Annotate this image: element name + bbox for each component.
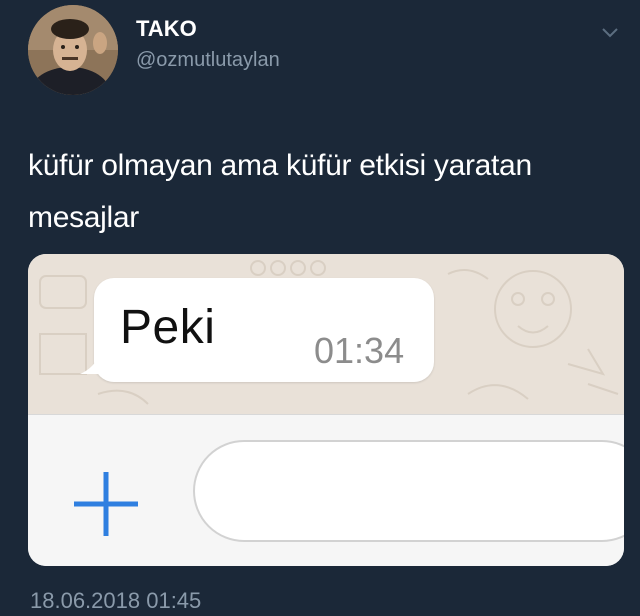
message-input-field[interactable] <box>193 440 624 542</box>
message-bubble[interactable]: Peki 01:34 <box>80 278 434 382</box>
user-handle[interactable]: @ozmutlutaylan <box>136 49 280 72</box>
message-text: Peki <box>120 301 216 354</box>
bubble-tail <box>80 354 100 374</box>
avatar-image <box>28 5 118 95</box>
avatar[interactable] <box>28 5 118 95</box>
display-name[interactable]: TAKO <box>136 16 197 42</box>
tweet-text: küfür olmayan ama küfür etkisi yaratan m… <box>28 149 532 234</box>
tweet-timestamp[interactable]: 18.06.2018 01:45 <box>30 588 201 614</box>
plus-icon[interactable] <box>66 464 146 544</box>
chevron-down-icon[interactable] <box>600 26 620 40</box>
chat-background: Peki 01:34 <box>28 254 624 414</box>
message-time: 01:34 <box>314 330 405 371</box>
tweet-media-image[interactable]: Peki 01:34 <box>28 254 624 566</box>
